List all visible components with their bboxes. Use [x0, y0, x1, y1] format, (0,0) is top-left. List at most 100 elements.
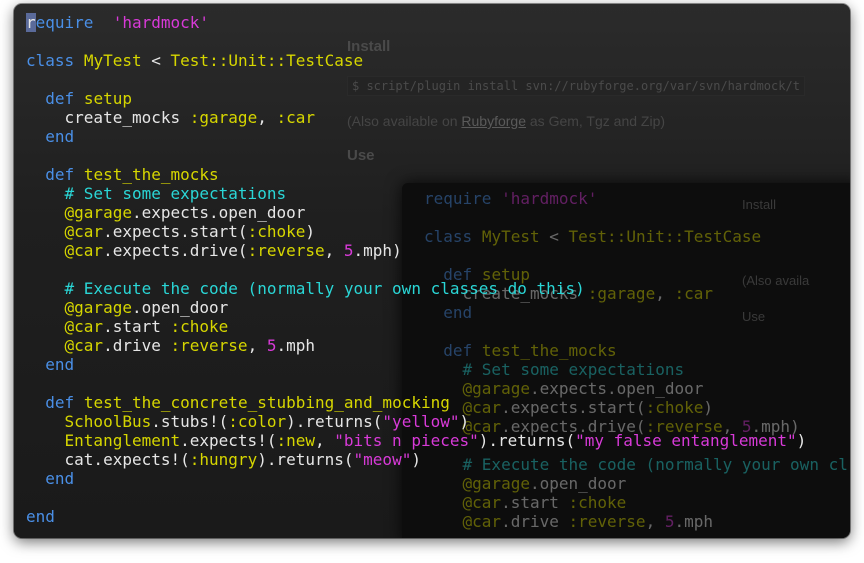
code-token: require — [26, 13, 94, 32]
code-token: "meow" — [353, 450, 412, 469]
code-token: :hungry — [189, 450, 258, 469]
code-line: Entanglement.expects!(:new, "bits n piec… — [26, 431, 807, 450]
code-line: @car.expects.start(:choke) — [26, 222, 806, 241]
code-token: .start — [103, 317, 171, 336]
code-line: SchoolBus.stubs!(:color).returns("yellow… — [26, 412, 806, 431]
code-token: @car — [64, 241, 104, 260]
code-token: ) — [305, 222, 315, 241]
code-token: .drive — [103, 336, 171, 355]
terminal-window[interactable]: Install $ script/plugin install svn://ru… — [14, 4, 850, 538]
code-line: create_mocks :garage, :car — [26, 108, 806, 127]
code-line: end — [26, 469, 806, 488]
code-token: ) — [459, 412, 470, 431]
code-line: # Execute the code (normally your own cl… — [26, 279, 806, 298]
code-line: require 'hardmock' — [26, 13, 806, 32]
code-token: "my false entanglement" — [575, 431, 797, 450]
code-token: def — [45, 165, 75, 184]
code-token: end — [26, 507, 55, 526]
code-line: def test_the_mocks — [26, 165, 806, 184]
code-line: # Set some expectations — [26, 184, 806, 203]
code-token: 5 — [343, 241, 354, 260]
code-token: cat.expects!( — [26, 450, 190, 469]
code-token: end — [45, 355, 75, 374]
code-token: .expects.drive( — [103, 241, 248, 260]
code-token: .expects.open_door — [131, 203, 306, 222]
code-line: @garage.open_door — [26, 298, 806, 317]
code-token: :car — [276, 108, 315, 127]
code-token: 'hardmock' — [112, 13, 210, 32]
code-line: @car.start :choke — [26, 317, 806, 336]
code-token: end — [45, 469, 75, 488]
code-token: def — [45, 393, 75, 412]
code-line: end — [26, 355, 806, 374]
code-token: @car — [64, 222, 104, 241]
code-token: "yellow" — [382, 412, 460, 431]
code-token: :choke — [247, 222, 306, 241]
text-cursor: r — [26, 13, 36, 32]
code-token: setup — [83, 89, 132, 108]
code-token: .mph — [276, 336, 315, 355]
code-token: ) — [796, 431, 807, 450]
code-token: , — [247, 336, 267, 355]
code-token: :new — [276, 431, 315, 450]
code-token: "bits n pieces" — [334, 431, 479, 450]
code-token: , — [314, 431, 335, 450]
code-token: ).returns( — [286, 412, 383, 431]
code-token: create_mocks — [26, 108, 190, 127]
code-token: .mph) — [353, 241, 402, 260]
code-token: :color — [228, 412, 287, 431]
code-token: ) — [411, 450, 421, 469]
code-token: ).returns( — [478, 431, 576, 450]
code-token: < — [151, 51, 161, 70]
code-token: .expects!( — [180, 431, 277, 450]
code-token: SchoolBus — [64, 412, 152, 431]
code-token: MyTest — [83, 51, 142, 70]
code-token: def — [45, 89, 75, 108]
code-line: end — [26, 127, 806, 146]
code-token: test_the_mocks — [83, 165, 219, 184]
code-token: ).returns( — [257, 450, 354, 469]
code-token: Test::Unit::TestCase — [170, 51, 364, 70]
code-editor-area[interactable]: require 'hardmock'class MyTest < Test::U… — [26, 13, 806, 526]
code-line: @garage.expects.open_door — [26, 203, 806, 222]
code-token: end — [45, 127, 75, 146]
code-line: def test_the_concrete_stubbing_and_mocki… — [26, 393, 806, 412]
code-line: @car.drive :reverse, 5.mph — [26, 336, 806, 355]
code-line: class MyTest < Test::Unit::TestCase — [26, 51, 806, 70]
code-token: Entanglement — [64, 431, 181, 450]
code-token: :garage — [189, 108, 258, 127]
code-token: test_the_concrete_stubbing_and_mocking — [83, 393, 450, 412]
code-line: cat.expects!(:hungry).returns("meow") — [26, 450, 806, 469]
code-token: .open_door — [131, 298, 229, 317]
code-line: @car.expects.drive(:reverse, 5.mph) — [26, 241, 806, 260]
code-token: @garage — [64, 203, 132, 222]
code-token: .stubs!( — [151, 412, 229, 431]
code-token: @garage — [64, 298, 132, 317]
